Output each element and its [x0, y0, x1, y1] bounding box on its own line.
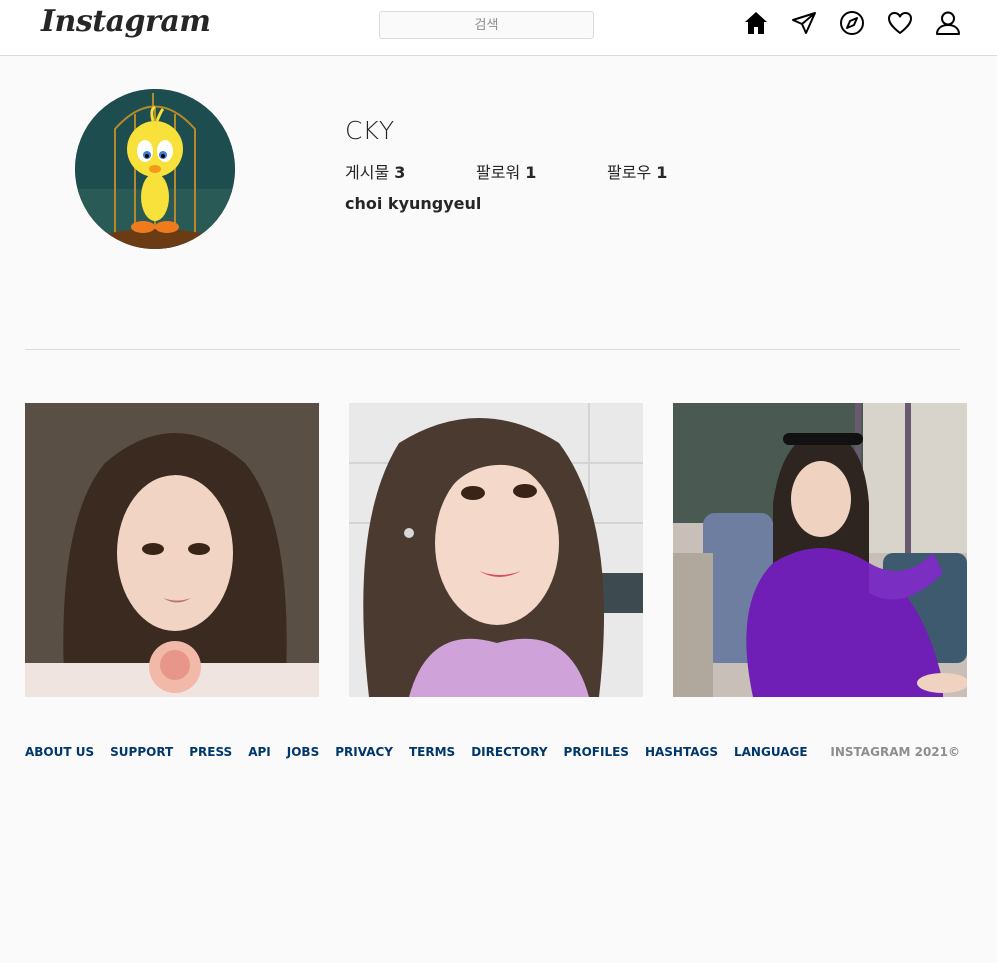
stat-followers-count: 1	[525, 163, 537, 182]
footer-link-support[interactable]: SUPPORT	[110, 745, 173, 761]
home-icon[interactable]	[742, 9, 770, 37]
direct-message-icon[interactable]	[790, 9, 818, 37]
footer-link-directory[interactable]: DIRECTORY	[471, 745, 547, 761]
footer-link-terms[interactable]: TERMS	[409, 745, 455, 761]
stat-posts-count: 3	[394, 163, 406, 182]
activity-heart-icon[interactable]	[886, 9, 914, 37]
explore-icon[interactable]	[838, 9, 866, 37]
footer-link-about[interactable]: ABOUT US	[25, 745, 94, 761]
stat-following[interactable]: 팔로우 1	[607, 159, 667, 183]
stat-posts: 게시물 3	[345, 159, 405, 183]
section-divider	[25, 349, 960, 350]
profile-icon[interactable]	[934, 9, 962, 37]
stat-posts-label: 게시물	[345, 163, 390, 182]
instagram-logo[interactable]: Instagram	[41, 4, 211, 39]
post-thumbnail-3[interactable]	[673, 403, 967, 697]
post-thumbnail-2[interactable]	[349, 403, 643, 697]
stat-following-count: 1	[656, 163, 668, 182]
stat-followers[interactable]: 팔로워 1	[476, 159, 536, 183]
profile-username: CKY	[345, 116, 395, 145]
top-navigation-bar: Instagram	[0, 0, 997, 56]
footer-link-privacy[interactable]: PRIVACY	[335, 745, 393, 761]
footer-link-api[interactable]: API	[248, 745, 271, 761]
profile-full-name: choi kyungyeul	[345, 194, 482, 213]
footer-link-hashtags[interactable]: HASHTAGS	[645, 745, 718, 761]
footer-link-press[interactable]: PRESS	[189, 745, 232, 761]
search-input[interactable]	[379, 11, 594, 39]
footer-links: ABOUT US SUPPORT PRESS API JOBS PRIVACY …	[25, 745, 808, 761]
stat-following-label: 팔로우	[607, 163, 652, 182]
footer-link-profiles[interactable]: PROFILES	[564, 745, 629, 761]
footer-link-jobs[interactable]: JOBS	[287, 745, 319, 761]
post-thumbnail-1[interactable]	[25, 403, 319, 697]
profile-avatar[interactable]	[75, 89, 235, 249]
copyright-text: INSTAGRAM 2021©	[830, 745, 960, 759]
stat-followers-label: 팔로워	[476, 163, 521, 182]
footer-link-language[interactable]: LANGUAGE	[734, 745, 808, 761]
